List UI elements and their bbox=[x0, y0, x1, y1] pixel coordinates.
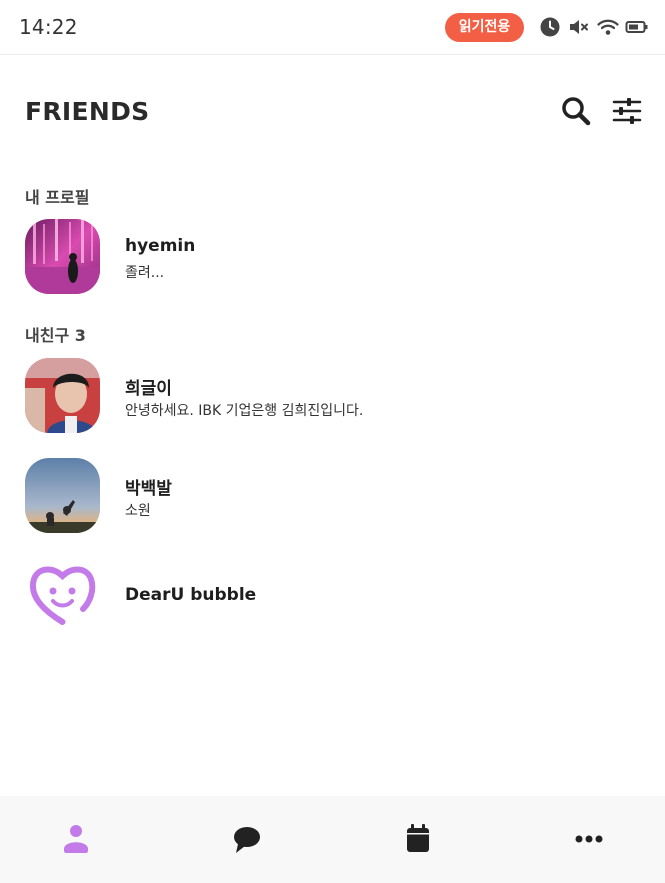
dearu-heart-icon bbox=[25, 559, 100, 634]
wifi-icon bbox=[596, 15, 620, 39]
mute-icon bbox=[567, 15, 591, 39]
calendar-icon[interactable] bbox=[401, 822, 435, 856]
avatar bbox=[25, 358, 100, 433]
friend-row[interactable]: 박백발 소원 bbox=[0, 456, 665, 536]
my-profile-section-label: 내 프로필 bbox=[25, 188, 90, 207]
bubble-name: DearU bubble bbox=[125, 585, 257, 605]
sliders-icon[interactable] bbox=[611, 95, 643, 127]
page-title: FRIENDS bbox=[25, 97, 150, 126]
profile-name: hyemin bbox=[125, 236, 196, 256]
bubble-row[interactable]: DearU bubble bbox=[0, 557, 665, 637]
friends-section-label: 내친구 3 bbox=[25, 326, 86, 345]
chat-icon[interactable] bbox=[230, 822, 264, 856]
more-icon[interactable] bbox=[572, 822, 606, 856]
friend-status-message: 소원 bbox=[125, 503, 151, 519]
friend-name: 박백발 bbox=[125, 479, 172, 499]
bottom-nav bbox=[0, 796, 665, 883]
friend-row[interactable]: 희글이 안녕하세요. IBK 기업은행 김희진입니다. bbox=[0, 356, 665, 436]
friends-icon[interactable] bbox=[59, 822, 93, 856]
status-time: 14:22 bbox=[19, 15, 78, 39]
read-only-badge: 읽기전용 bbox=[445, 13, 524, 42]
status-bar: 14:22 읽기전용 bbox=[0, 0, 665, 55]
avatar bbox=[25, 219, 100, 294]
clock-icon bbox=[538, 15, 562, 39]
battery-icon bbox=[625, 15, 649, 39]
friend-status-message: 안녕하세요. IBK 기업은행 김희진입니다. bbox=[125, 403, 364, 419]
profile-status-message: 졸려... bbox=[125, 265, 165, 281]
friends-screen: 14:22 읽기전용 FRIENDS 내 프로필 hyemin 졸려... 내친… bbox=[0, 0, 665, 883]
search-icon[interactable] bbox=[560, 95, 592, 127]
avatar bbox=[25, 458, 100, 533]
friend-name: 희글이 bbox=[125, 379, 172, 399]
my-profile-row[interactable]: hyemin 졸려... bbox=[0, 217, 665, 297]
